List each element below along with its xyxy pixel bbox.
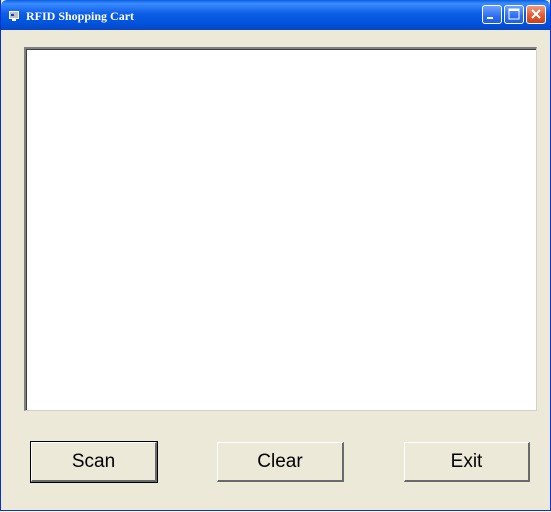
- close-button[interactable]: [526, 5, 546, 24]
- cart-list-contents: [26, 49, 536, 410]
- clear-button[interactable]: Clear: [217, 442, 344, 482]
- app-window: RFID Shopping Cart Scan Clear Exit: [0, 0, 551, 511]
- maximize-icon: [508, 8, 520, 20]
- maximize-button[interactable]: [504, 5, 524, 24]
- exit-button[interactable]: Exit: [404, 442, 530, 482]
- cart-list[interactable]: [24, 47, 537, 411]
- app-icon: [8, 9, 22, 23]
- window-title: RFID Shopping Cart: [26, 9, 135, 23]
- scan-button[interactable]: Scan: [30, 441, 158, 483]
- title-bar[interactable]: RFID Shopping Cart: [1, 0, 550, 30]
- minimize-icon: [487, 17, 493, 19]
- close-icon: [531, 9, 541, 19]
- minimize-button[interactable]: [482, 5, 502, 24]
